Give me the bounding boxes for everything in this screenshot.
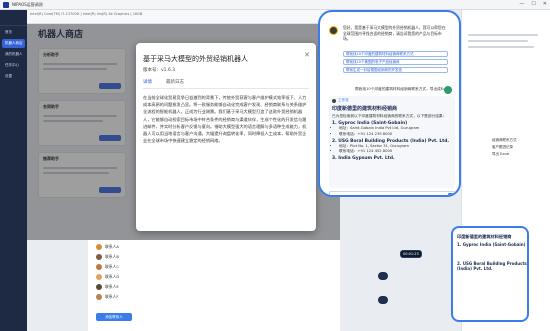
chat-panel-main: 您好，我是基于采马大模型的外贸经销机器人，我可以帮您在全球范围内寻找合适的经销商… <box>318 10 461 197</box>
minimize-button[interactable]: — <box>519 1 524 7</box>
contact-item[interactable]: 联系人F <box>96 294 119 300</box>
close-window-button[interactable]: ✕ <box>543 1 547 7</box>
workflow-icon <box>332 98 336 103</box>
contact-name: 联系人C <box>105 264 120 269</box>
bot-answer: 工作流 印度新德里的建筑材料经销商 已为您检索到以下印度建筑材料经销商的联系方式… <box>329 96 455 188</box>
side-window-snippet: 经销商联系方式 <box>492 138 517 142</box>
suggestion-chip[interactable]: 帮我生成一封给德国经销商的开发信 <box>343 67 448 73</box>
contact-item[interactable]: 联系人D <box>96 274 119 280</box>
mini-answer-heading: 印度新德里的建筑材料经销商 <box>457 234 512 239</box>
avatar <box>96 254 102 260</box>
app-title: NIPAOS运营调测 <box>12 1 43 7</box>
company-details: 地址：Saint-Gobain India Pvt Ltd, Gurugram … <box>332 126 452 137</box>
contacts-panel: 联系人A 联系人B 联系人C 联系人D 联系人E 联系人F 添加联系人 <box>88 240 340 331</box>
side-window-snippet: 导出 Excel <box>492 152 510 156</box>
meeting-timer-badge[interactable]: 00:01:23 <box>400 250 422 258</box>
suggestion-list: 帮我找10个印度的建筑材料经销商联系方式 帮我找10个美国的电子产品经销商 帮我… <box>343 51 448 75</box>
window-title-bar: NIPAOS运营调测 — ☐ ✕ <box>0 0 550 10</box>
suggestion-chip[interactable]: 帮我找10个美国的电子产品经销商 <box>343 59 448 65</box>
company-name: 3. India Gypsum Pvt. Ltd. <box>332 156 395 162</box>
contact-name: 联系人D <box>105 274 120 279</box>
maximize-button[interactable]: ☐ <box>531 1 535 7</box>
avatar <box>96 264 102 270</box>
bot-greeting: 您好，我是基于采马大模型的外贸经销机器人，我可以帮您在全球范围内寻找合适的经销商… <box>343 25 446 41</box>
sidebar-item-home[interactable]: 首页 <box>2 28 25 37</box>
avatar <box>96 274 102 280</box>
add-contact-button[interactable]: 添加联系人 <box>96 313 132 321</box>
contact-item[interactable]: 联系人A <box>96 244 119 250</box>
close-icon[interactable]: ✕ <box>304 51 310 59</box>
contact-item[interactable]: 联系人E <box>96 284 119 290</box>
suggestion-chip[interactable]: 帮我找10个印度的建筑材料经销商联系方式 <box>343 51 448 57</box>
mini-company-name: 1. Gyproc India (Saint-Gobain) <box>457 242 526 247</box>
company-detail: 联系电话：+91 124 452 8000 <box>339 149 452 154</box>
mini-answer: 印度新德里的建筑材料经销商 1. Gyproc India (Saint-Gob… <box>457 232 527 271</box>
mini-company-name: 2. USG Boral Building Products (India) P… <box>457 261 527 271</box>
answer-heading: 印度新德里的建筑材料经销商 <box>332 106 398 112</box>
bot-avatar <box>329 26 338 35</box>
side-window-snippet: 客户跟进记录 <box>492 145 513 149</box>
text-placeholder <box>468 34 538 36</box>
user-message: 帮我找10个印度的建筑材料经销商联系方式，导出成Excel <box>355 87 451 91</box>
sidebar-item-tasks[interactable]: 任务中心 <box>2 61 25 70</box>
user-avatar <box>444 86 452 94</box>
contact-item[interactable]: 联系人C <box>96 264 119 270</box>
modal-version: 版本号：v1.6.3 <box>143 68 176 73</box>
company-details: 地址：Plot No. 1, Sector 31, Gurugram 联系电话：… <box>332 144 452 155</box>
sidebar: 首页 机器人商店 我的机器人 任务中心 设置 <box>0 10 27 331</box>
text-placeholder <box>468 46 534 48</box>
window-controls: — ☐ ✕ <box>519 1 547 7</box>
call-control-button[interactable] <box>378 272 388 280</box>
text-placeholder <box>468 40 528 42</box>
sidebar-item-my-robots[interactable]: 我的机器人 <box>2 50 25 59</box>
answer-header: 工作流 <box>332 98 452 103</box>
modal-description: 在当前全球化贸易竞争日益激烈的背景下，传统外贸获客与客户维护模式效率低下、人力成… <box>143 95 307 144</box>
sidebar-brand <box>0 10 27 26</box>
avatar <box>96 294 102 300</box>
send-icon[interactable] <box>448 193 453 195</box>
contact-name: 联系人B <box>105 254 119 259</box>
contact-item[interactable]: 联系人B <box>96 254 119 260</box>
sidebar-item-settings[interactable]: 设置 <box>2 72 25 81</box>
avatar <box>96 244 102 250</box>
app-logo-icon <box>3 1 9 8</box>
answer-intro: 已为您检索到以下印度建筑材料经销商的联系方式，以下是部分结果： <box>332 114 447 118</box>
system-info-bar: Intel(R) Core(TM) i7-13700H | Intel(R) I… <box>27 10 340 24</box>
contact-name: 联系人E <box>105 284 119 289</box>
company-detail: 联系电话：+91 124 239 8000 <box>339 132 452 137</box>
chat-input[interactable] <box>329 191 455 195</box>
contact-name: 联系人A <box>105 244 119 249</box>
avatar <box>96 284 102 290</box>
modal-title: 基于采马大模型的外贸经销机器人 <box>143 55 248 63</box>
answer-agent-label: 工作流 <box>338 98 349 102</box>
call-control-button[interactable] <box>378 296 388 304</box>
sidebar-item-robot-store[interactable]: 机器人商店 <box>2 39 25 48</box>
robot-detail-modal: 基于采马大模型的外贸经销机器人 版本号：v1.6.3 ✕ 详情 最新日志 在当前… <box>136 43 316 231</box>
contact-name: 联系人F <box>105 294 119 299</box>
tab-divider <box>143 88 309 89</box>
chat-panel-mini: 印度新德里的建筑材料经销商 1. Gyproc India (Saint-Gob… <box>451 226 529 322</box>
system-info-text: Intel(R) Core(TM) i7-13700H | Intel(R) I… <box>30 12 143 16</box>
